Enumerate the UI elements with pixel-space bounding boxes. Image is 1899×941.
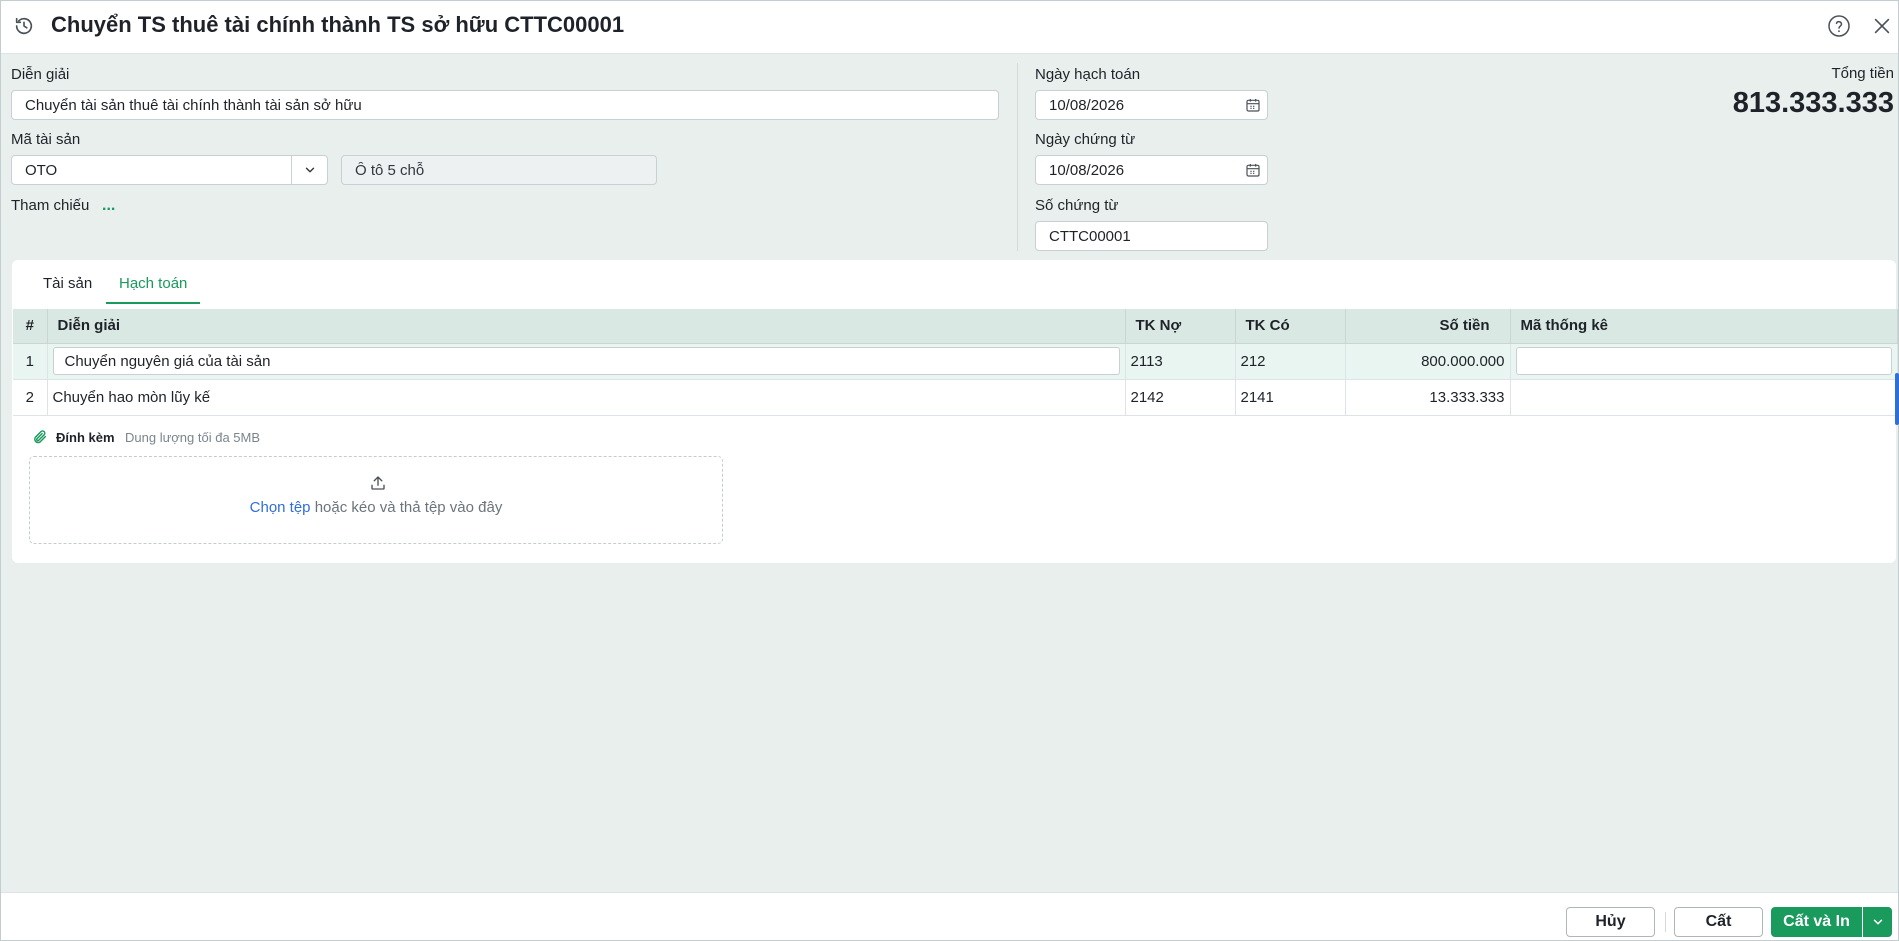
dialog-footer: Hủy Cất Cất và In <box>1 892 1898 940</box>
asset-code-label: Mã tài sản <box>11 131 81 148</box>
row-index: 1 <box>13 343 48 380</box>
posting-date-input[interactable] <box>1035 90 1268 120</box>
tab-assets[interactable]: Tài sản <box>43 275 92 302</box>
calendar-icon[interactable] <box>1245 97 1261 113</box>
chevron-down-icon <box>1873 919 1882 925</box>
voucher-no-label: Số chứng từ <box>1035 197 1119 214</box>
total-value: 813.333.333 <box>1732 87 1894 119</box>
row-description-input[interactable] <box>52 347 1120 375</box>
drop-hint: hoặc kéo và thả tệp vào đây <box>310 499 503 516</box>
column-credit[interactable]: TK Có <box>1235 309 1346 344</box>
close-icon[interactable] <box>1871 15 1893 37</box>
dialog-title: Chuyển TS thuê tài chính thành TS sở hữu… <box>51 12 625 37</box>
form-divider <box>1017 63 1018 251</box>
calendar-icon[interactable] <box>1245 162 1261 178</box>
column-index: # <box>13 309 48 344</box>
asset-code-dropdown-button[interactable] <box>291 155 328 185</box>
file-dropzone[interactable]: Chọn tệp hoặc kéo và thả tệp vào đây <box>29 456 723 544</box>
row-stat-code[interactable] <box>1510 379 1898 416</box>
accounting-grid: # Diễn giải TK Nợ TK Có Số tiền Mã thống… <box>13 309 1898 416</box>
chevron-down-icon <box>305 167 314 173</box>
scrollbar-thumb[interactable] <box>1895 373 1899 425</box>
table-row[interactable]: 2 Chuyển hao mòn lũy kế 2142 2141 13.333… <box>13 379 1898 416</box>
posting-date-label: Ngày hạch toán <box>1035 66 1141 83</box>
footer-divider <box>1665 912 1666 932</box>
column-debit[interactable]: TK Nợ <box>1125 309 1236 344</box>
row-description[interactable]: Chuyển hao mòn lũy kế <box>47 379 1126 416</box>
row-description-cell[interactable] <box>47 343 1126 380</box>
choose-file-link[interactable]: Chọn tệp <box>250 499 311 516</box>
voucher-date-label: Ngày chứng từ <box>1035 131 1136 148</box>
row-credit[interactable]: 212 <box>1235 343 1346 380</box>
total-label: Tổng tiền <box>1831 65 1894 82</box>
column-stat-code[interactable]: Mã thống kê <box>1510 309 1898 344</box>
dialog-header: Chuyển TS thuê tài chính thành TS sở hữu… <box>1 1 1898 54</box>
asset-name-field <box>341 155 657 185</box>
dropzone-text: Chọn tệp hoặc kéo và thả tệp vào đây <box>30 499 722 516</box>
grid-header-row: # Diễn giải TK Nợ TK Có Số tiền Mã thống… <box>13 309 1898 344</box>
asset-code-combobox[interactable] <box>11 155 293 185</box>
row-debit[interactable]: 2113 <box>1125 343 1236 380</box>
detail-card: Tài sản Hạch toán # Diễn giải TK Nợ TK C… <box>12 260 1898 563</box>
description-input[interactable] <box>11 90 999 120</box>
paperclip-icon <box>34 430 47 444</box>
voucher-no-input[interactable] <box>1035 221 1268 251</box>
column-amount[interactable]: Số tiền <box>1345 309 1511 344</box>
reference-more-button[interactable]: ... <box>102 197 115 215</box>
dialog-window: Chuyển TS thuê tài chính thành TS sở hữu… <box>0 0 1899 941</box>
save-and-print-button[interactable]: Cất và In <box>1771 907 1862 937</box>
column-description[interactable]: Diễn giải <box>47 309 1126 344</box>
row-amount[interactable]: 13.333.333 <box>1345 379 1511 416</box>
table-row[interactable]: 1 2113 212 800.000.000 <box>13 343 1898 380</box>
row-amount[interactable]: 800.000.000 <box>1345 343 1511 380</box>
attachment-title: Đính kèm <box>56 430 115 445</box>
row-stat-code-cell[interactable] <box>1510 343 1898 380</box>
save-and-print-dropdown-button[interactable] <box>1863 907 1892 937</box>
row-credit[interactable]: 2141 <box>1235 379 1346 416</box>
tab-accounting[interactable]: Hạch toán <box>106 275 201 304</box>
cancel-button[interactable]: Hủy <box>1566 907 1655 937</box>
save-button[interactable]: Cất <box>1674 907 1763 937</box>
row-stat-code-input[interactable] <box>1515 347 1892 375</box>
reference-label: Tham chiếu <box>11 197 90 214</box>
history-icon[interactable] <box>13 15 35 37</box>
row-index: 2 <box>13 379 48 416</box>
description-label: Diễn giải <box>11 66 70 83</box>
help-icon[interactable] <box>1827 14 1851 38</box>
attachment-note: Dung lượng tối đa 5MB <box>125 430 261 445</box>
upload-icon <box>371 476 385 490</box>
voucher-date-input[interactable] <box>1035 155 1268 185</box>
row-debit[interactable]: 2142 <box>1125 379 1236 416</box>
